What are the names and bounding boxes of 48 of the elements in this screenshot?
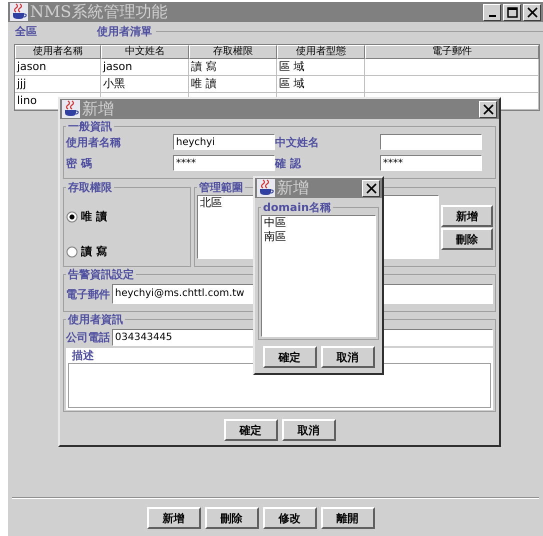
- list-item[interactable]: 中區: [262, 216, 286, 230]
- table-cell: 小黑: [101, 76, 189, 93]
- group-title: 管理範圍: [198, 180, 244, 195]
- table-cell: jason: [101, 59, 189, 76]
- group-title: 描述: [70, 348, 94, 363]
- table-cell: 唯 讀: [189, 76, 277, 93]
- list-button[interactable]: 新增: [441, 205, 493, 227]
- field-label: 密 碼: [66, 156, 93, 170]
- group-title: domain名稱: [262, 200, 332, 215]
- list-item[interactable]: 北區: [198, 196, 222, 210]
- table-cell: 區 域: [277, 76, 365, 93]
- window-title: NMS系統管理功能: [30, 2, 168, 22]
- field-label: 確 認: [275, 156, 302, 170]
- dialog-title: 新增: [277, 178, 309, 198]
- action-button[interactable]: 修改: [262, 507, 316, 529]
- text-field[interactable]: heychyi: [173, 134, 275, 150]
- table-cell: jjj: [15, 76, 101, 93]
- radio-option[interactable]: 唯 讀: [66, 209, 107, 224]
- table-cell: 區 域: [277, 59, 365, 76]
- list-button[interactable]: 刪除: [441, 228, 493, 250]
- list-item[interactable]: 南區: [262, 230, 286, 244]
- table-cell: jason: [15, 59, 101, 76]
- group-title: 告警資訊設定: [67, 267, 135, 282]
- dialog-button[interactable]: 取消: [282, 419, 336, 441]
- table-cell: 讀 寫: [189, 59, 277, 76]
- action-button[interactable]: 新增: [146, 507, 200, 529]
- dialog-button[interactable]: 確定: [262, 346, 316, 368]
- column-header[interactable]: 電子郵件: [365, 45, 539, 59]
- radio-option[interactable]: 讀 寫: [66, 244, 107, 259]
- column-header[interactable]: 中文姓名: [101, 45, 189, 59]
- dialog-button[interactable]: 取消: [320, 346, 374, 368]
- column-header[interactable]: 存取權限: [189, 45, 277, 59]
- field-label: 中文姓名: [275, 134, 320, 150]
- text-field[interactable]: ****: [173, 155, 275, 171]
- field-label: 電子郵件: [66, 286, 110, 302]
- column-header[interactable]: 使用者型態: [277, 45, 365, 59]
- group-title: 一般資訊: [67, 119, 113, 134]
- dialog-button[interactable]: 確定: [224, 419, 278, 441]
- group-title: 存取權限: [66, 180, 113, 195]
- user-list-title: 使用者清單: [97, 24, 152, 38]
- field-label: 公司電話: [66, 330, 110, 345]
- action-button[interactable]: 離開: [320, 507, 374, 529]
- action-button[interactable]: 刪除: [204, 507, 258, 529]
- group-title: 使用者資訊: [66, 312, 124, 327]
- field-label: 使用者名稱: [66, 134, 122, 150]
- column-header[interactable]: 使用者名稱: [15, 45, 101, 59]
- text-field[interactable]: ****: [380, 155, 482, 171]
- tree-panel-title: 全區: [15, 24, 37, 38]
